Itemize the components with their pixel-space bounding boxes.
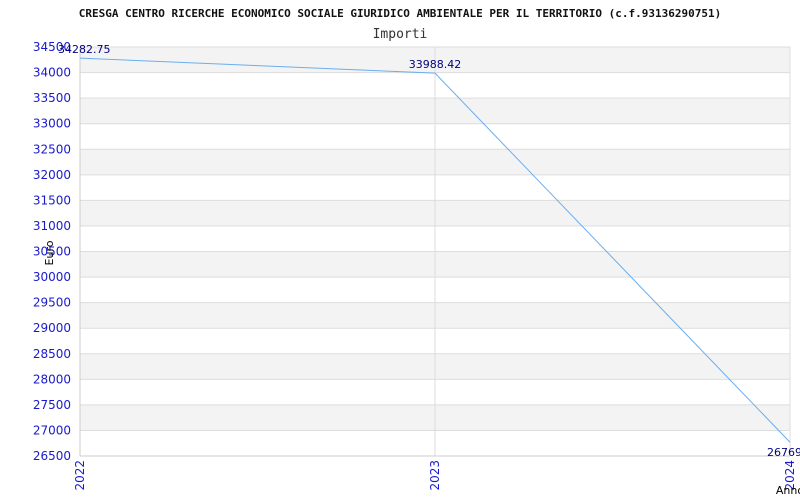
y-tick-label: 33500 xyxy=(33,91,71,105)
line-chart: CRESGA CENTRO RICERCHE ECONOMICO SOCIALE… xyxy=(33,7,800,497)
x-axis-label: Anno xyxy=(776,484,800,497)
x-tick-label: 2022 xyxy=(73,460,87,491)
y-tick-label: 27500 xyxy=(33,398,71,412)
y-tick-label: 30000 xyxy=(33,270,71,284)
chart-title: CRESGA CENTRO RICERCHE ECONOMICO SOCIALE… xyxy=(79,7,721,20)
y-tick-label: 28500 xyxy=(33,347,71,361)
y-tick-label: 31500 xyxy=(33,193,71,207)
x-tick-label: 2023 xyxy=(428,460,442,491)
y-tick-label: 28000 xyxy=(33,372,71,386)
data-label: 26769. xyxy=(767,446,800,459)
chart-subtitle: Importi xyxy=(373,27,428,42)
x-axis-ticks: 2022 2023 2024 xyxy=(73,460,797,491)
y-tick-label: 26500 xyxy=(33,449,71,463)
y-tick-label: 33000 xyxy=(33,117,71,131)
y-tick-label: 29000 xyxy=(33,321,71,335)
y-tick-label: 27000 xyxy=(33,423,71,437)
y-axis-label: Euro xyxy=(43,240,56,265)
data-label: 34282.75 xyxy=(58,43,111,56)
y-tick-label: 29500 xyxy=(33,296,71,310)
y-tick-label: 32500 xyxy=(33,142,71,156)
data-label: 33988.42 xyxy=(409,58,462,71)
y-tick-label: 32000 xyxy=(33,168,71,182)
y-tick-label: 34000 xyxy=(33,66,71,80)
y-tick-label: 31000 xyxy=(33,219,71,233)
chart-root: CRESGA CENTRO RICERCHE ECONOMICO SOCIALE… xyxy=(0,0,800,500)
